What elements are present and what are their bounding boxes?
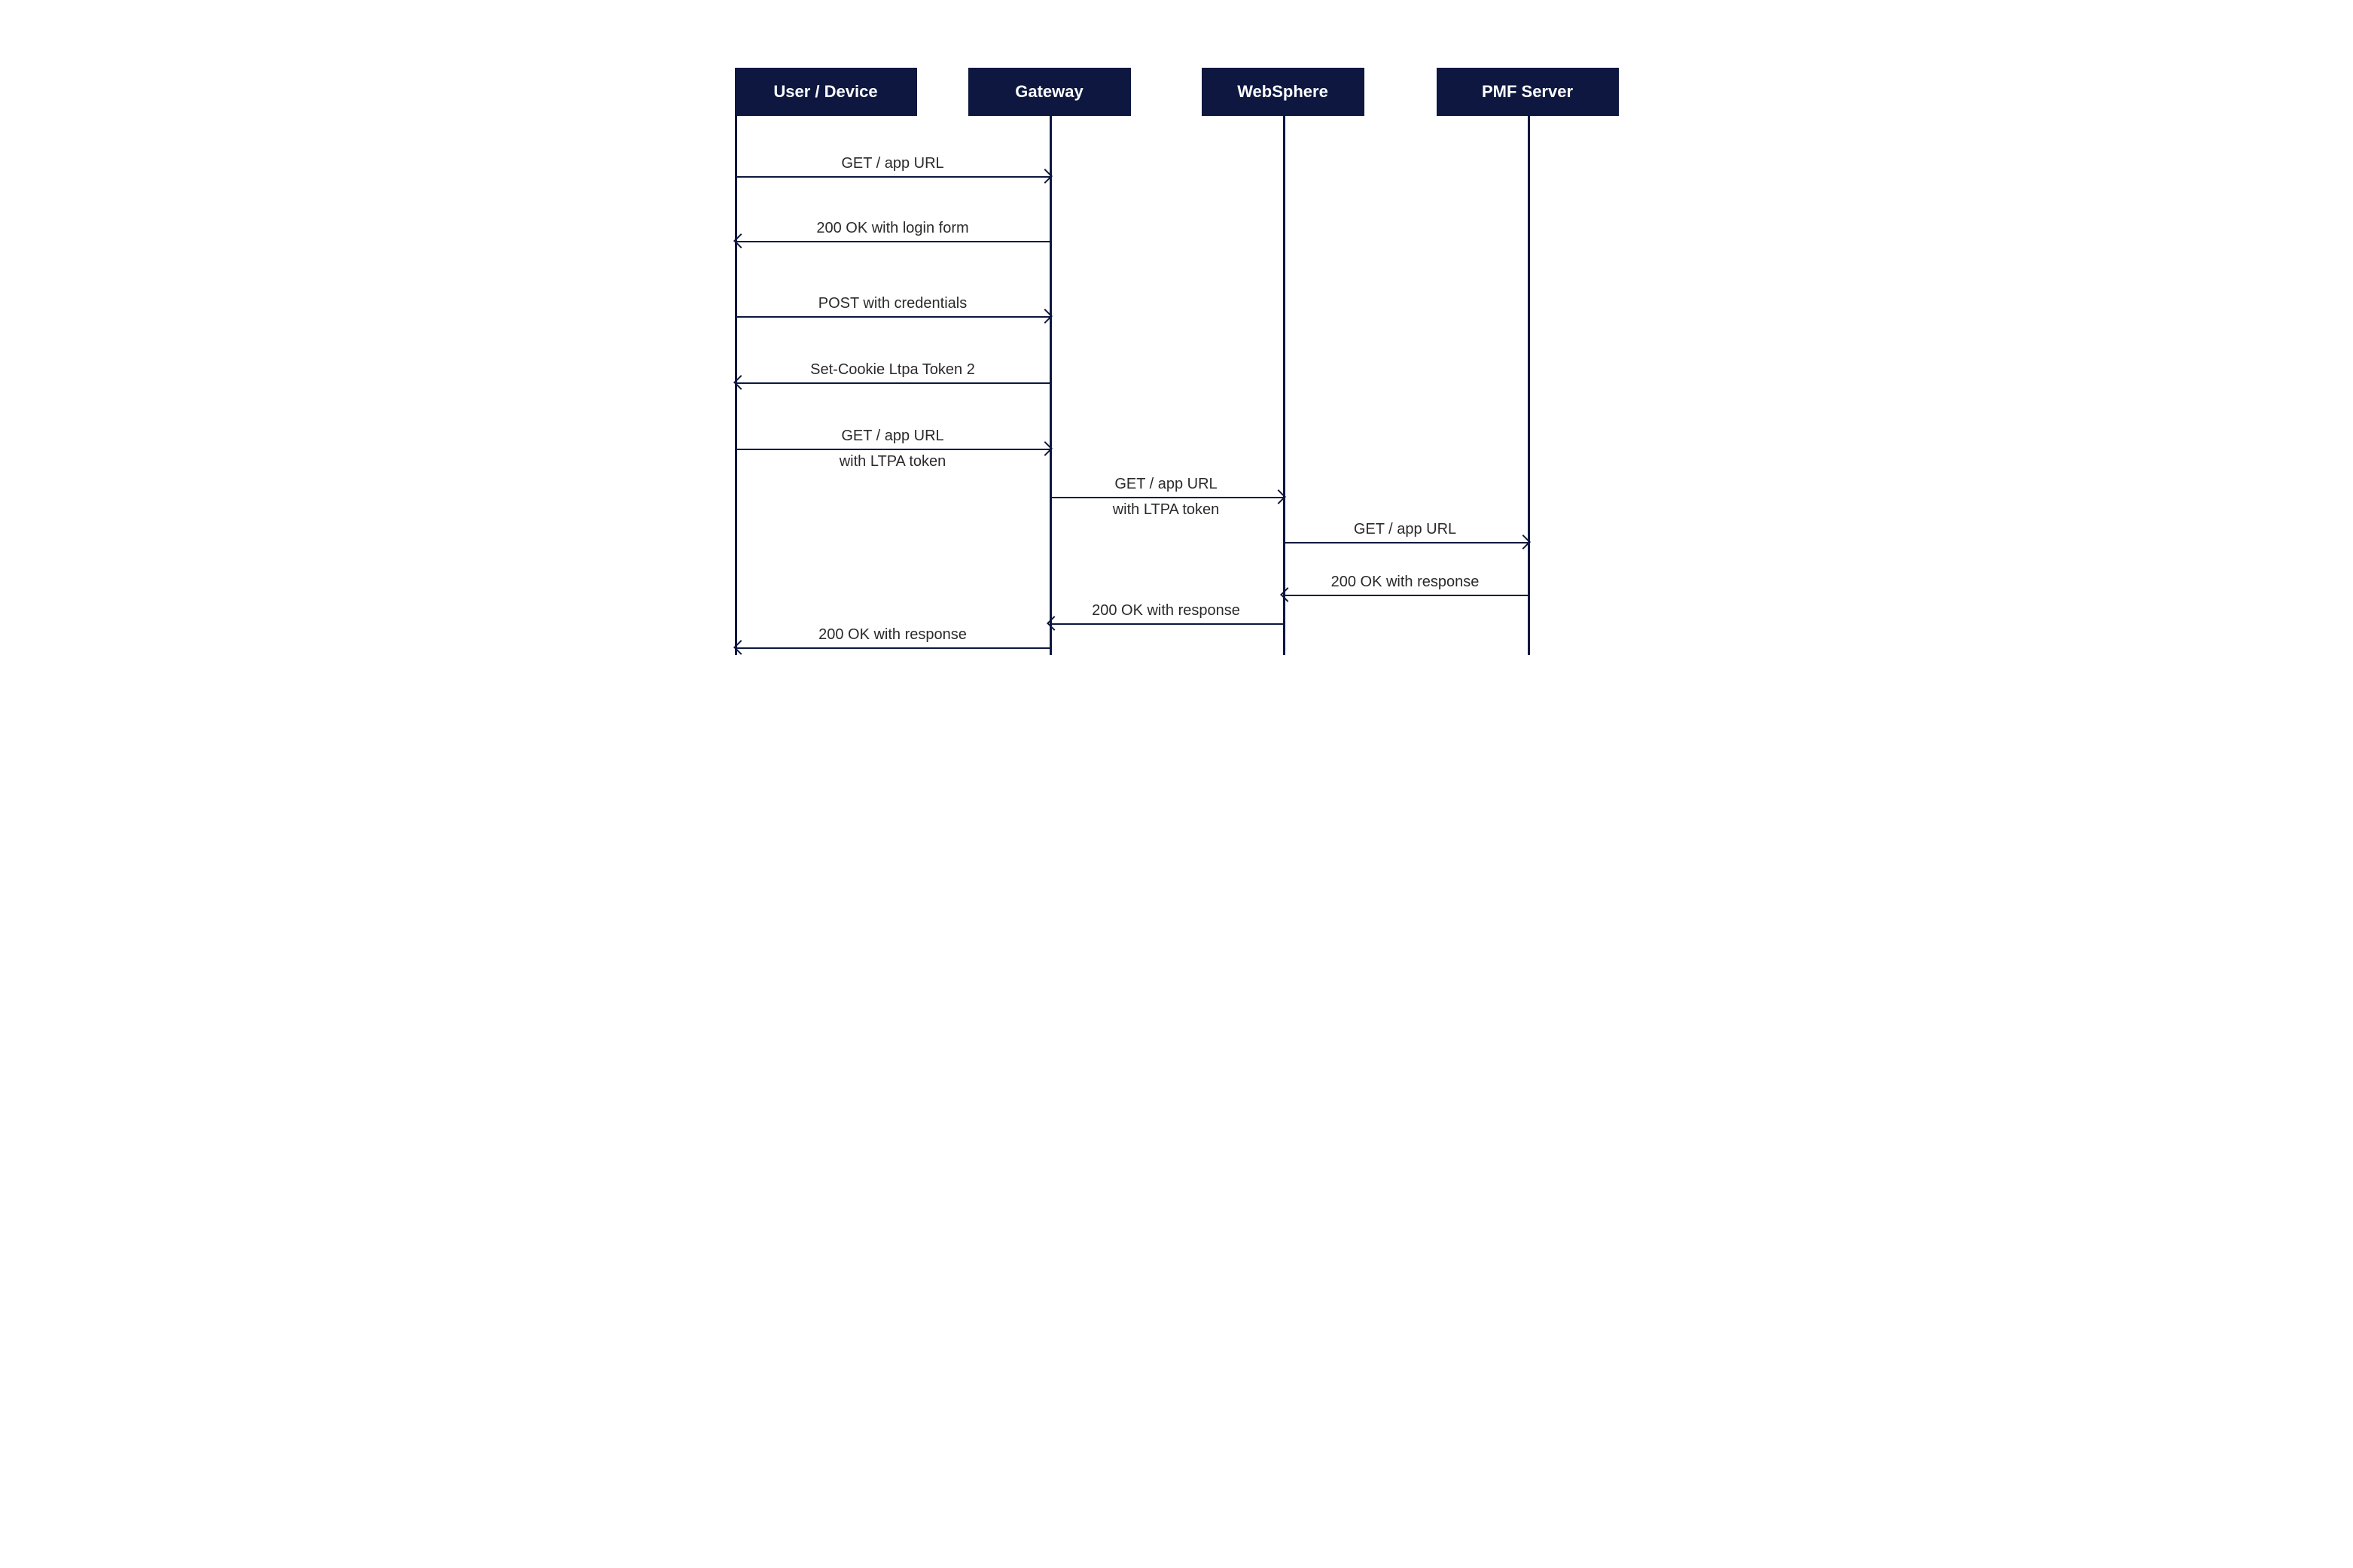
participant-websphere-label: WebSphere — [1237, 82, 1328, 102]
arrow-line — [1050, 623, 1283, 625]
lifeline-websphere — [1283, 116, 1285, 655]
message-label: GET / app URL — [841, 428, 943, 445]
participant-user-label: User / Device — [773, 82, 877, 102]
arrow-line — [1050, 497, 1283, 498]
arrow-line — [736, 241, 1050, 242]
message-label: POST with credentials — [818, 295, 968, 312]
message-label: 200 OK with response — [818, 626, 967, 644]
message-label: 200 OK with response — [1092, 602, 1240, 620]
participant-pmf-label: PMF Server — [1482, 82, 1573, 102]
participant-gateway-label: Gateway — [1015, 82, 1084, 102]
message-sublabel: with LTPA token — [1113, 501, 1220, 519]
lifeline-pmf — [1528, 116, 1530, 655]
arrow-line — [736, 316, 1050, 318]
message-label: GET / app URL — [1354, 521, 1456, 538]
arrow-line — [1283, 542, 1528, 543]
participant-gateway: Gateway — [968, 68, 1131, 116]
lifeline-gateway — [1050, 116, 1052, 655]
sequence-diagram: User / Device Gateway WebSphere PMF Serv… — [657, 0, 1696, 693]
arrow-line — [736, 647, 1050, 649]
message-label: GET / app URL — [1114, 476, 1217, 493]
message-label: GET / app URL — [841, 155, 943, 172]
arrow-line — [1283, 595, 1528, 596]
arrow-line — [736, 382, 1050, 384]
participant-user: User / Device — [735, 68, 917, 116]
message-label: Set-Cookie Ltpa Token 2 — [810, 361, 975, 379]
message-label: 200 OK with response — [1331, 574, 1480, 591]
arrow-line — [736, 449, 1050, 450]
message-sublabel: with LTPA token — [840, 453, 946, 470]
participant-pmf: PMF Server — [1437, 68, 1619, 116]
arrow-line — [736, 176, 1050, 178]
message-label: 200 OK with login form — [816, 220, 968, 237]
participant-websphere: WebSphere — [1202, 68, 1364, 116]
